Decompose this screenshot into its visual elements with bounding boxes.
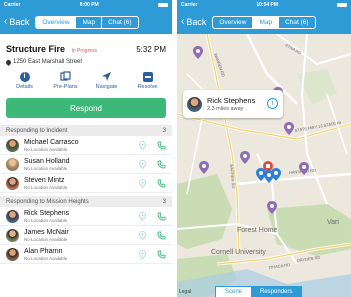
person-location: No Location Available [24,165,68,171]
respond-button[interactable]: Respond [6,98,166,118]
phone-icon[interactable] [157,179,166,188]
legal-link[interactable]: Legal [179,289,191,295]
list-item[interactable]: Steven Mintz No Location Available [0,174,172,193]
person-name: Susan Holland [24,157,70,165]
person-location: No Location Available [24,255,68,261]
area-label-vari: Vari [327,219,339,226]
person-location: No Location Available [24,236,68,242]
tab-map[interactable]: Map [75,16,101,28]
tab-overview[interactable]: Overview [213,17,252,28]
status-bar: Carrier 10:54 PM [177,0,351,10]
person-location: No Location Available [24,146,68,152]
tab-map[interactable]: Map [252,16,279,28]
status-bar: Carrier 8:00 PM [0,0,172,10]
phone-icon[interactable] [157,231,166,240]
app-screens: Carrier 8:00 PM ‹ Back Overview Map Chat… [0,0,351,297]
map-pin-icon[interactable] [139,249,146,259]
area-label-forest-home: Forest Home [237,227,278,234]
avatar [6,247,19,261]
person-name: Michael Carrasco [24,138,79,146]
clock: 8:00 PM [79,2,99,8]
avatar [6,209,19,223]
resolve-icon [142,71,153,82]
clock: 10:54 PM [256,2,279,8]
nav-header: Carrier 8:00 PM ‹ Back Overview Map Chat… [0,0,172,34]
tab-chat[interactable]: Chat (6) [101,16,137,28]
list-item[interactable]: James McNair No Location Available [0,226,172,245]
back-button[interactable]: ‹ Back [181,16,207,28]
map-pin-icon[interactable] [139,159,146,169]
incident-address: 1250 East Marshall Street [13,59,83,65]
segmented-control: Overview Map Chat (6) [35,15,139,29]
carrier-label: Carrier [4,2,21,8]
map-view[interactable]: WARREN RD ETNA RD STATE HWY 13 STATE HI … [177,34,351,297]
map-filter-tabs: Scene Responders [215,286,303,297]
phone-icon[interactable] [157,141,166,150]
chevron-left-icon: ‹ [181,16,185,27]
tab-responders[interactable]: Responders [251,287,302,297]
info-icon[interactable]: i [267,98,278,109]
section-header-incident: Responding to Incident 3 [0,125,172,136]
phone-icon[interactable] [157,212,166,221]
map-pin-icon[interactable] [139,178,146,188]
resolve-button[interactable]: Resolve [130,71,166,90]
back-button[interactable]: ‹ Back [4,16,30,28]
preplans-button[interactable]: Pre-Plans [48,71,84,90]
info-icon: i [19,71,30,82]
tab-scene[interactable]: Scene [216,287,252,297]
person-name: Alan Pharnn [24,247,63,255]
person-location: No Location Available [24,184,68,190]
area-label-cornell: Cornell University [211,249,266,256]
list-item[interactable]: Michael Carrasco No Location Available [0,136,172,155]
list-item[interactable]: Susan Holland No Location Available [0,155,172,174]
avatar [6,138,19,152]
person-location: No Location Available [24,217,68,223]
map-pin-icon[interactable] [139,140,146,150]
nav-row: ‹ Back Overview Map Chat (6) [177,10,351,34]
avatar [187,96,202,112]
incident-header: Structure Fire In Progress 5:32 PM 1250 … [0,34,172,66]
back-label: Back [186,17,207,27]
person-name: Steven Mintz [24,176,65,184]
list-item[interactable]: Alan Pharnn No Location Available [0,245,172,264]
incident-status: In Progress [71,48,98,54]
details-button[interactable]: i Details [7,71,43,90]
list-item[interactable]: Rick Stephens No Location Available [0,207,172,226]
callout-name: Rick Stephens [207,96,256,105]
phone-icon[interactable] [157,160,166,169]
carrier-label: Carrier [181,2,198,8]
preplans-icon [60,71,71,82]
navigate-button[interactable]: Navigate [89,71,125,90]
person-name: Rick Stephens [24,209,70,217]
nav-row: ‹ Back Overview Map Chat (6) [0,10,172,34]
tab-chat[interactable]: Chat (6) [278,16,314,28]
action-bar: i Details Pre-Plans Navigate Resolve [0,65,172,90]
avatar [6,228,19,242]
nav-header: Carrier 10:54 PM ‹ Back Overview Map Cha… [177,0,351,34]
battery-icon [337,3,347,7]
callout-distance: 2.3 miles away [207,106,244,112]
chevron-left-icon: ‹ [4,16,8,27]
tab-overview[interactable]: Overview [36,16,76,28]
incident-title: Structure Fire [6,44,66,54]
person-name: James McNair [24,228,69,236]
map-screen: Carrier 10:54 PM ‹ Back Overview Map Cha… [177,0,351,297]
avatar [6,176,19,190]
avatar [6,157,19,171]
battery-icon [158,3,168,7]
section-header-mission: Responding to Mission Heights 3 [0,196,172,207]
map-pin-icon[interactable] [139,230,146,240]
incident-time: 5:32 PM [136,45,166,54]
overview-screen: Carrier 8:00 PM ‹ Back Overview Map Chat… [0,0,172,297]
map-pin-icon[interactable] [139,211,146,221]
responder-callout[interactable]: Rick Stephens 2.3 miles away i [183,90,283,118]
navigate-arrow-icon [101,71,112,82]
phone-icon[interactable] [157,250,166,259]
segmented-control: Overview Map Chat (6) [212,15,316,29]
back-label: Back [9,17,30,27]
